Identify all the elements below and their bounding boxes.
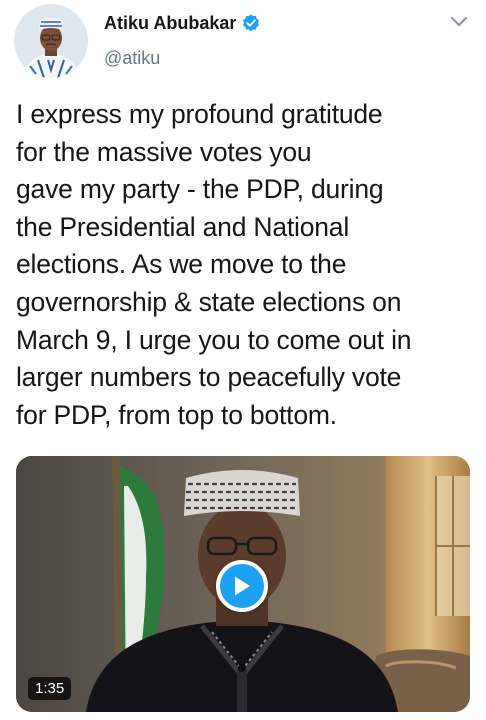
- video-player[interactable]: 1:35: [16, 456, 470, 712]
- verified-badge-icon: [243, 14, 260, 32]
- tweet-card: Atiku Abubakar @atiku I express my profo…: [0, 0, 486, 720]
- chevron-down-icon[interactable]: [450, 16, 468, 28]
- name-row: Atiku Abubakar: [104, 10, 261, 36]
- tweet-text: I express my profound gratitude for the …: [16, 99, 412, 430]
- handle[interactable]: @atiku: [104, 48, 261, 69]
- video-duration: 1:35: [28, 677, 72, 700]
- avatar[interactable]: [14, 4, 88, 78]
- play-button[interactable]: [216, 560, 268, 612]
- play-icon: [235, 576, 250, 596]
- display-name[interactable]: Atiku Abubakar: [104, 13, 236, 34]
- author-block: Atiku Abubakar @atiku: [104, 10, 261, 69]
